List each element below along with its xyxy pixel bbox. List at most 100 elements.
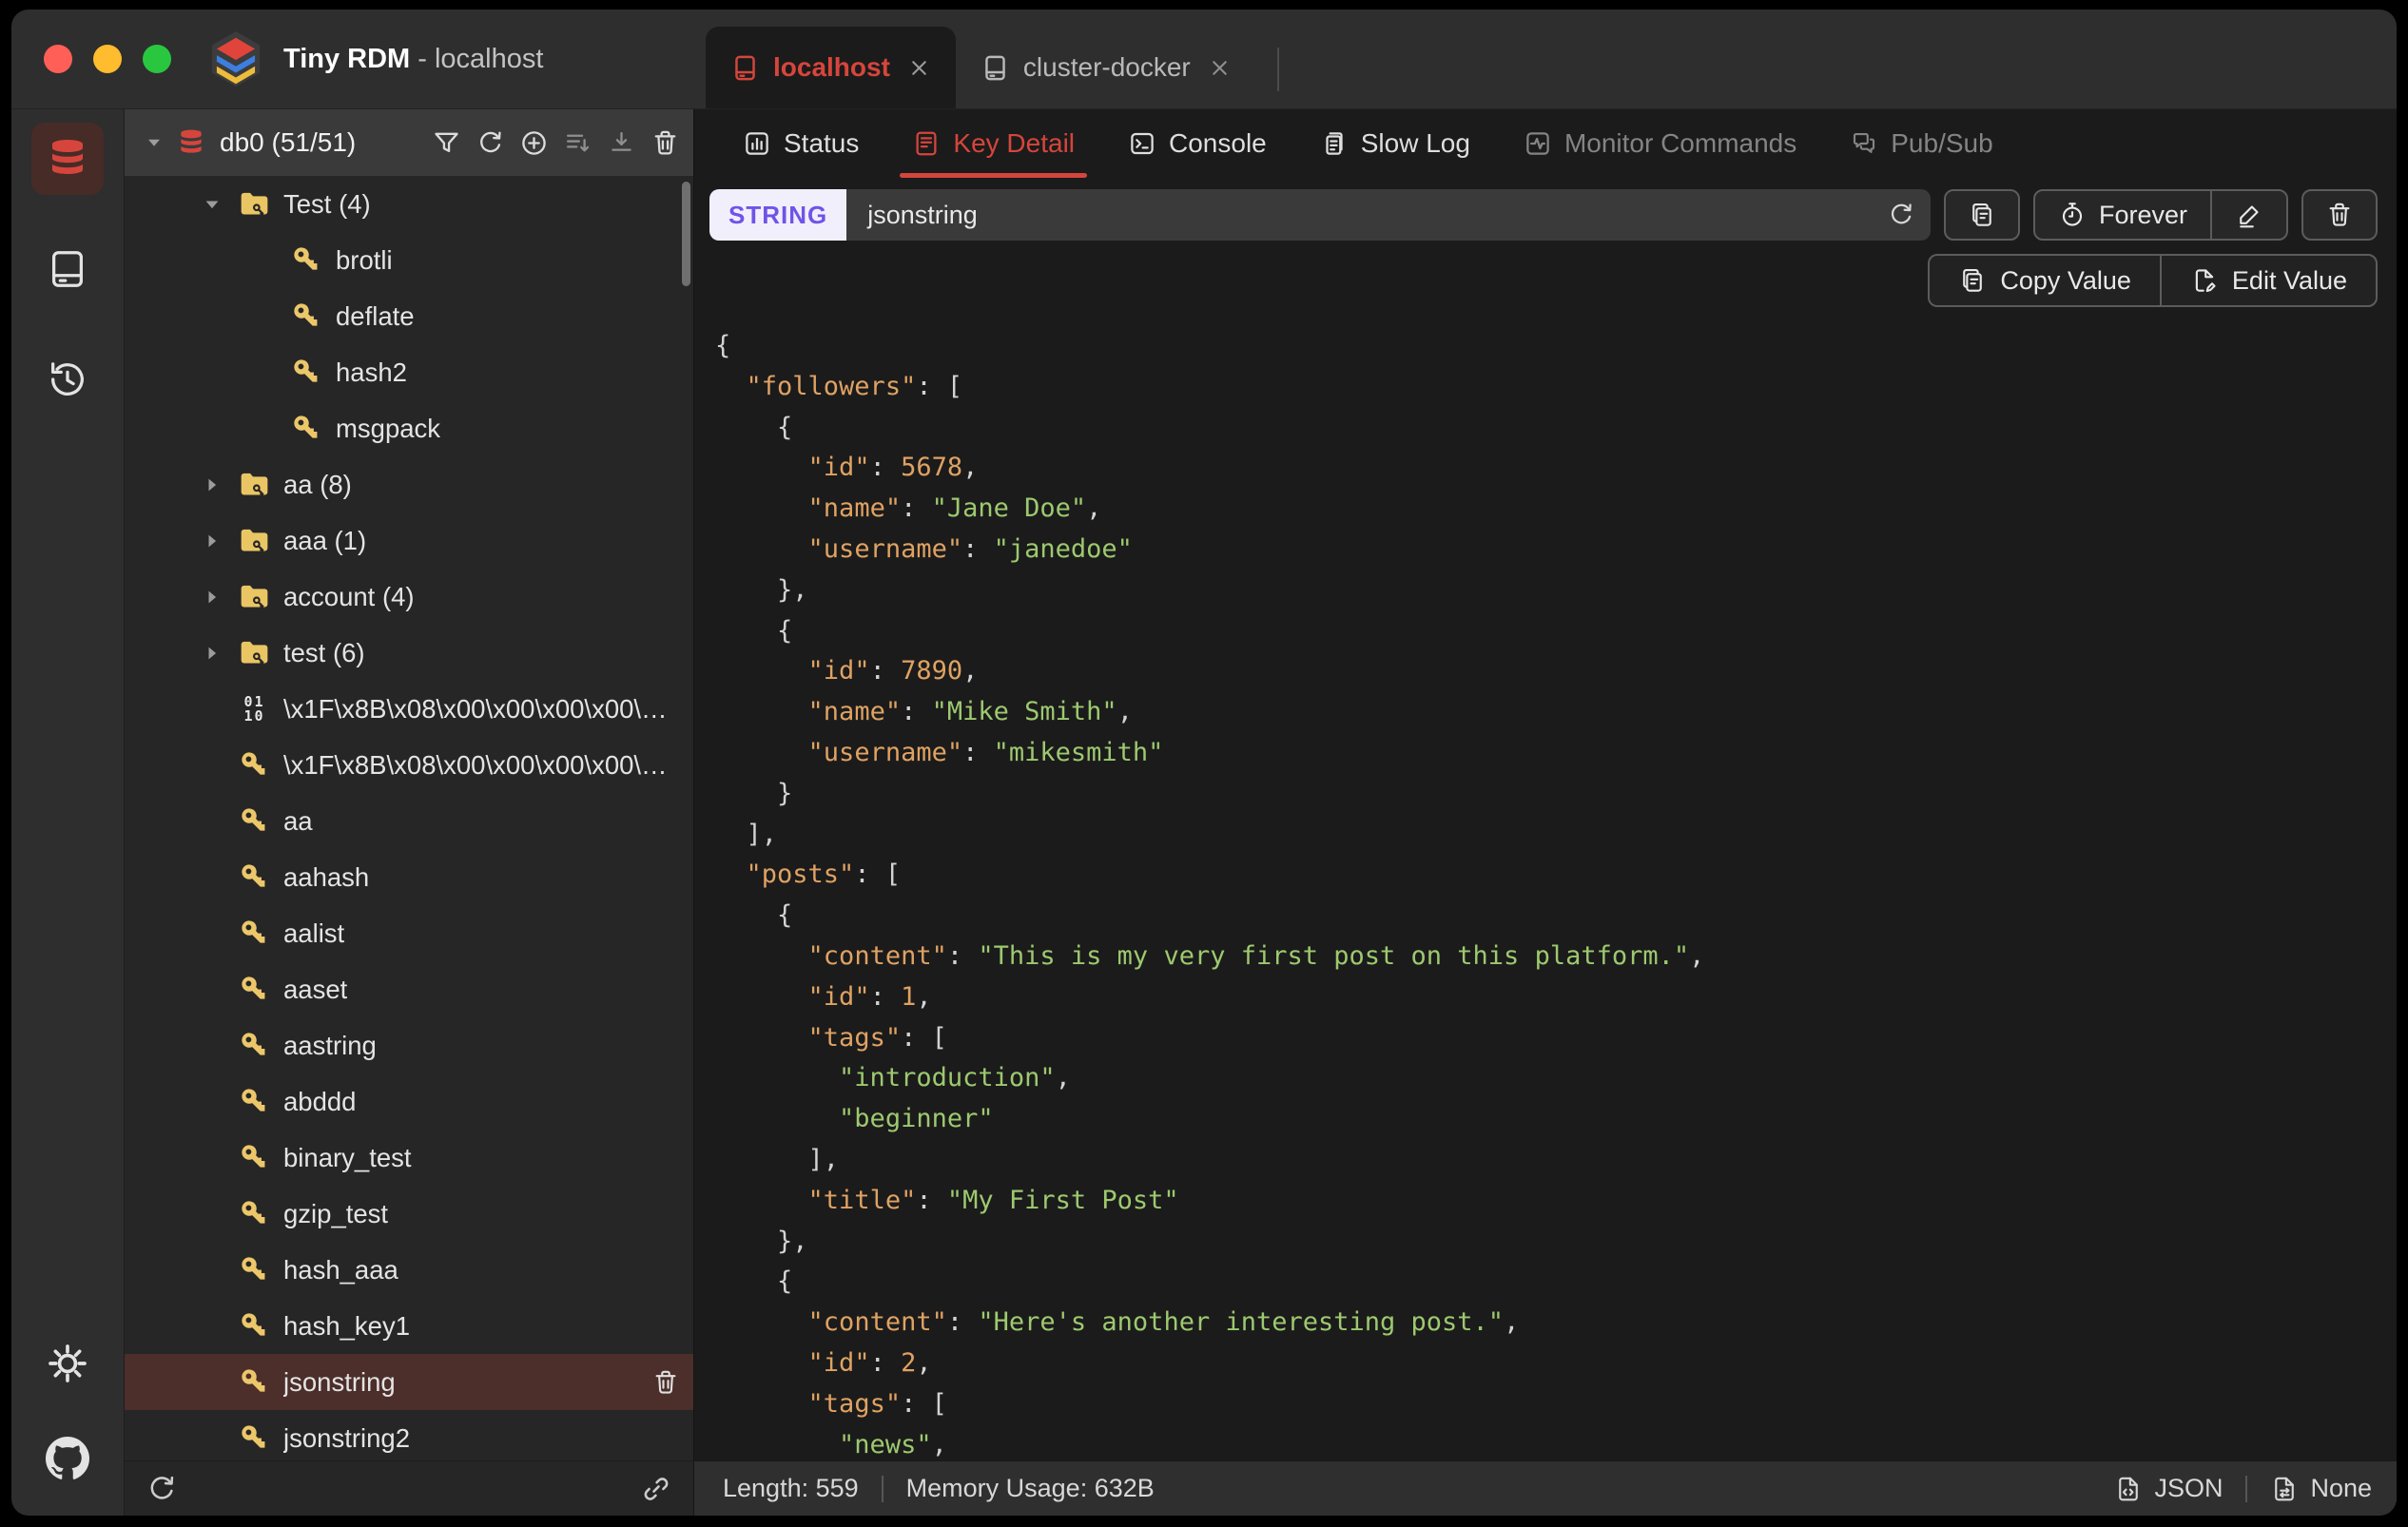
tree-key-item[interactable]: aalist: [125, 905, 693, 961]
rail-github-button[interactable]: [31, 1422, 104, 1495]
tree-key-item[interactable]: jsonstring: [125, 1354, 693, 1410]
tree-scrollbar-thumb[interactable]: [682, 182, 690, 286]
connection-tab-localhost[interactable]: localhost: [706, 27, 956, 108]
tab-key-detail[interactable]: Key Detail: [890, 109, 1097, 178]
db-header-row[interactable]: db0 (51/51): [125, 109, 693, 176]
tree-footer: [125, 1460, 693, 1516]
main-area: Status Key Detail Console Slow Log Monit…: [694, 109, 2397, 1516]
close-window-button[interactable]: [44, 45, 72, 73]
link-icon[interactable]: [640, 1473, 672, 1505]
value-actions-group: Copy Value Edit Value: [1928, 254, 2378, 307]
caret-right-icon[interactable]: [199, 584, 225, 610]
close-tab-icon[interactable]: [907, 56, 931, 80]
edit-value-button[interactable]: Edit Value: [2159, 256, 2376, 305]
code-line: },: [715, 574, 808, 605]
rename-key-button[interactable]: [2210, 191, 2286, 239]
folder-key-icon: [238, 187, 271, 221]
code-line: "username": "janedoe": [807, 533, 1133, 564]
tree-key-item[interactable]: aastring: [125, 1017, 693, 1073]
rail-server-button[interactable]: [31, 233, 104, 305]
tab-status[interactable]: Status: [721, 109, 881, 178]
tree-item-label: aaset: [283, 974, 348, 1004]
window-title: Tiny RDM - localhost: [283, 44, 543, 75]
tree-key-item[interactable]: aaset: [125, 961, 693, 1017]
tree-folder-item[interactable]: test (6): [125, 625, 693, 681]
status-bar: Length: 559 Memory Usage: 632B JSON None: [694, 1460, 2397, 1516]
tree-key-item[interactable]: deflate: [125, 288, 693, 344]
minimize-window-button[interactable]: [93, 45, 122, 73]
copy-value-button[interactable]: Copy Value: [1930, 256, 2160, 305]
delete-db-icon[interactable]: [651, 128, 680, 158]
caret-right-icon[interactable]: [199, 528, 225, 554]
tree-key-item[interactable]: abddd: [125, 1073, 693, 1130]
server-monitor-icon: [46, 247, 89, 291]
decode-selector[interactable]: None: [2270, 1474, 2372, 1503]
tab-console[interactable]: Console: [1106, 109, 1289, 178]
status-chart-icon: [743, 129, 771, 158]
caret-right-icon[interactable]: [199, 640, 225, 667]
delete-key-icon[interactable]: [651, 1368, 680, 1397]
connection-tab-cluster-docker[interactable]: cluster-docker: [956, 27, 1256, 108]
tab-slow-log[interactable]: Slow Log: [1298, 109, 1492, 178]
window-title-app: Tiny RDM: [283, 43, 411, 74]
tree-key-item[interactable]: gzip_test: [125, 1186, 693, 1242]
ttl-button[interactable]: Forever: [2035, 191, 2210, 239]
tree-key-item[interactable]: binary_test: [125, 1130, 693, 1186]
tree-key-item[interactable]: hash_key1: [125, 1298, 693, 1354]
tree-item-label: Test (4): [283, 188, 371, 219]
reload-key-icon[interactable]: [1887, 201, 1915, 229]
rail-database-button[interactable]: [31, 123, 104, 195]
delete-key-button[interactable]: [2301, 189, 2378, 241]
tab-monitor-commands[interactable]: Monitor Commands: [1502, 109, 1818, 178]
tree-item-label: jsonstring2: [283, 1422, 410, 1453]
caret-down-icon[interactable]: [142, 130, 166, 155]
key-tree[interactable]: Test (4) brotli deflate hash2 msgpack aa (8) a…: [125, 176, 693, 1460]
decode-icon: [2270, 1475, 2299, 1503]
tree-key-item[interactable]: msgpack: [125, 400, 693, 456]
key-name-input[interactable]: jsonstring: [846, 189, 1931, 241]
code-line: "content": "This is my very first post o…: [807, 940, 1705, 971]
tree-key-item[interactable]: jsonstring2: [125, 1410, 693, 1460]
tree-key-item[interactable]: 01 10 \x1F\x8B\x08\x00\x00\x00\x00\x00...: [125, 681, 693, 737]
copy-key-button[interactable]: [1943, 189, 2020, 241]
tree-folder-item[interactable]: account (4): [125, 569, 693, 625]
rail-history-button[interactable]: [31, 343, 104, 416]
tree-item-label: gzip_test: [283, 1198, 389, 1228]
tab-label: Pub/Sub: [1891, 128, 1993, 158]
tree-folder-item[interactable]: aa (8): [125, 456, 693, 512]
json-content[interactable]: { "followers": [ { "id": 5678, "name": "…: [694, 313, 2397, 1460]
tree-item-label: hash2: [336, 357, 407, 387]
gear-icon: [46, 1342, 89, 1385]
add-key-icon[interactable]: [519, 128, 549, 158]
tree-item-label: \x1F\x8B\x08\x00\x00\x00\x00\x00...: [283, 749, 680, 780]
filter-icon[interactable]: [432, 128, 461, 158]
view-format-selector[interactable]: JSON: [2114, 1474, 2223, 1503]
connection-tab-label: cluster-docker: [1022, 52, 1191, 82]
tree-item-label: account (4): [283, 581, 415, 611]
tree-key-item[interactable]: aa: [125, 793, 693, 849]
key-header: STRING jsonstring Forever: [694, 178, 2397, 252]
close-tab-icon[interactable]: [1208, 56, 1232, 80]
tree-key-item[interactable]: hash_aaa: [125, 1242, 693, 1298]
edit-value-label: Edit Value: [2231, 265, 2347, 295]
caret-down-icon[interactable]: [199, 191, 225, 218]
tree-folder-item[interactable]: aaa (1): [125, 512, 693, 569]
caret-right-icon[interactable]: [199, 472, 225, 498]
tree-key-item[interactable]: \x1F\x8B\x08\x00\x00\x00\x00\x00...: [125, 737, 693, 793]
tree-folder-item[interactable]: Test (4): [125, 176, 693, 232]
rail-settings-button[interactable]: [31, 1327, 104, 1400]
zoom-window-button[interactable]: [143, 45, 171, 73]
tab-pub-sub[interactable]: Pub/Sub: [1828, 109, 2014, 178]
refresh-tree-icon[interactable]: [146, 1473, 178, 1505]
flush-list-icon[interactable]: [563, 128, 592, 158]
tree-key-item[interactable]: brotli: [125, 232, 693, 288]
left-rail: [11, 109, 124, 1516]
connection-tabs: localhost cluster-docker: [694, 10, 2397, 108]
import-icon[interactable]: [607, 128, 636, 158]
decode-label: None: [2310, 1474, 2372, 1502]
tree-toolbar: [432, 128, 680, 158]
tree-key-item[interactable]: aahash: [125, 849, 693, 905]
tree-key-item[interactable]: hash2: [125, 344, 693, 400]
reload-icon[interactable]: [476, 128, 505, 158]
code-line: "username": "mikesmith": [807, 737, 1164, 767]
